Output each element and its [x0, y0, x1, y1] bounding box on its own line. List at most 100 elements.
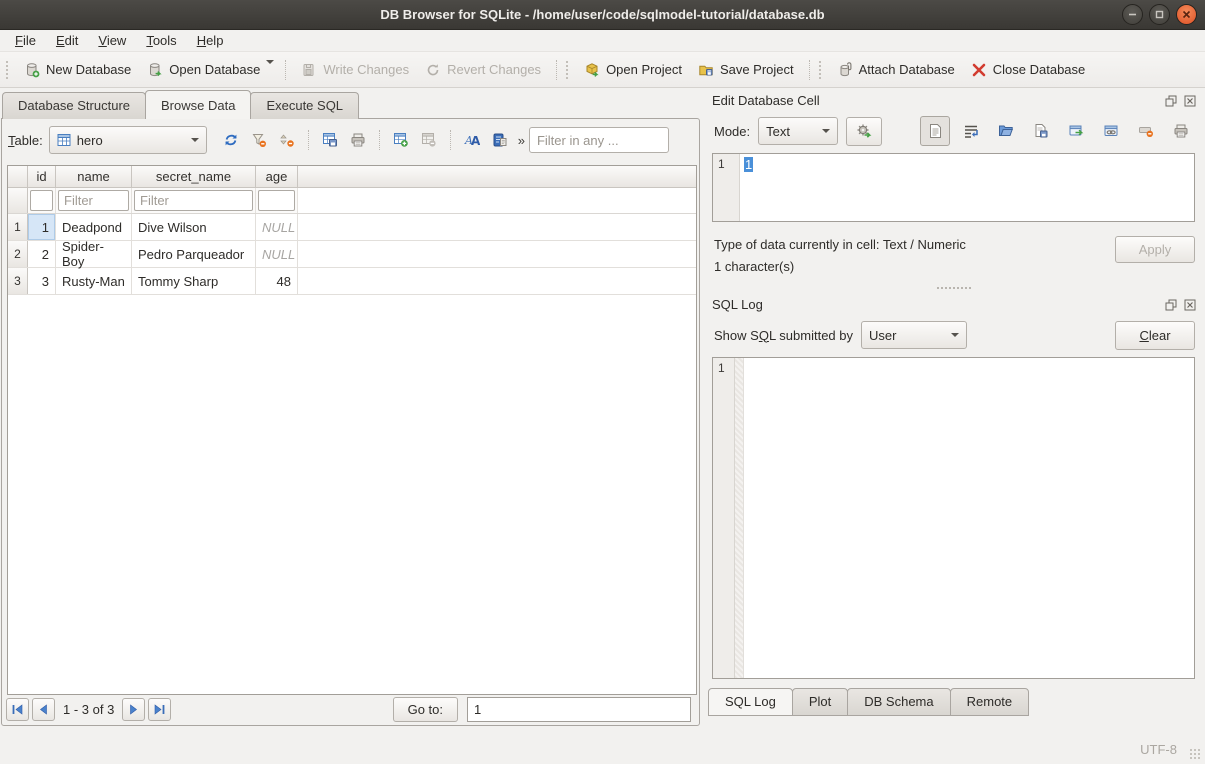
- close-database-button[interactable]: Close Database: [963, 57, 1094, 83]
- cell-name[interactable]: Rusty-Man: [56, 268, 132, 294]
- refresh-button[interactable]: [217, 126, 245, 154]
- column-header-id[interactable]: id: [28, 166, 56, 187]
- tab-sql-log[interactable]: SQL Log: [708, 688, 793, 716]
- row-number[interactable]: 1: [8, 214, 28, 240]
- write-changes-button[interactable]: Write Changes: [293, 57, 417, 83]
- tab-browse-data[interactable]: Browse Data: [145, 90, 251, 119]
- auto-apply-button[interactable]: [846, 117, 882, 146]
- column-header-secret-name[interactable]: secret_name: [132, 166, 256, 187]
- cell-secret-name[interactable]: Tommy Sharp: [132, 268, 256, 294]
- sql-log-editor[interactable]: 1: [712, 357, 1195, 679]
- new-database-button[interactable]: New Database: [16, 57, 139, 83]
- cell-id[interactable]: 1: [28, 214, 56, 240]
- title-bar[interactable]: DB Browser for SQLite - /home/user/code/…: [0, 0, 1205, 30]
- set-null-button[interactable]: [1132, 117, 1160, 145]
- cell-secret-name[interactable]: Pedro Parqueador: [132, 241, 256, 267]
- open-database-button[interactable]: Open Database: [139, 57, 268, 83]
- word-wrap-button[interactable]: [957, 117, 985, 145]
- corner-header[interactable]: [8, 166, 28, 187]
- tab-remote[interactable]: Remote: [950, 688, 1030, 716]
- cell-secret-name[interactable]: Dive Wilson: [132, 214, 256, 240]
- row-number[interactable]: 3: [8, 268, 28, 294]
- filter-input-name[interactable]: Filter: [58, 190, 129, 211]
- tab-database-structure[interactable]: Database Structure: [2, 92, 146, 119]
- text-mode-toggle[interactable]: [920, 116, 950, 146]
- next-page-button[interactable]: [122, 698, 145, 721]
- maximize-button[interactable]: [1149, 4, 1170, 25]
- print-button[interactable]: [344, 126, 372, 154]
- cell-age[interactable]: NULL: [256, 214, 298, 240]
- cell-name[interactable]: Spider-Boy: [56, 241, 132, 267]
- export-cell-button[interactable]: [1027, 117, 1055, 145]
- cell-id[interactable]: 2: [28, 241, 56, 267]
- menu-edit[interactable]: Edit: [47, 31, 87, 50]
- minimize-button[interactable]: [1122, 4, 1143, 25]
- mode-select[interactable]: Text: [758, 117, 838, 145]
- resize-grip[interactable]: [1189, 748, 1202, 761]
- last-page-button[interactable]: [148, 698, 171, 721]
- dock-close-button[interactable]: [1182, 93, 1197, 108]
- menu-tools[interactable]: Tools: [137, 31, 185, 50]
- dock-float-button[interactable]: [1163, 93, 1178, 108]
- cell-id[interactable]: 3: [28, 268, 56, 294]
- filter-any-input[interactable]: Filter in any ...: [529, 127, 669, 153]
- clear-filters-button[interactable]: [245, 126, 273, 154]
- copy-link-button[interactable]: [1097, 117, 1125, 145]
- delete-record-button[interactable]: [415, 126, 443, 154]
- clear-sorting-button[interactable]: [273, 126, 301, 154]
- encoding-label[interactable]: UTF-8: [1140, 742, 1177, 757]
- open-database-dropdown-arrow[interactable]: [266, 60, 274, 64]
- cell-age[interactable]: NULL: [256, 241, 298, 267]
- import-cell-button[interactable]: [992, 117, 1020, 145]
- filter-cell-id[interactable]: [28, 188, 56, 213]
- tab-plot[interactable]: Plot: [792, 688, 848, 716]
- sql-log-dock-titlebar[interactable]: SQL Log: [702, 292, 1205, 315]
- dock-float-button[interactable]: [1163, 297, 1178, 312]
- jump-to-cell-icon: [492, 132, 508, 148]
- insert-record-button[interactable]: [387, 126, 415, 154]
- filter-cell-age[interactable]: [256, 188, 298, 213]
- column-header-name[interactable]: name: [56, 166, 132, 187]
- toolbar-overflow-chevron[interactable]: »: [518, 133, 525, 148]
- menu-view[interactable]: View: [89, 31, 135, 50]
- filter-input-id[interactable]: [30, 190, 53, 211]
- filter-cell-name[interactable]: Filter: [56, 188, 132, 213]
- dock-splitter[interactable]: [702, 284, 1205, 292]
- table-select[interactable]: hero: [49, 126, 207, 154]
- dock-close-button[interactable]: [1182, 297, 1197, 312]
- goto-input[interactable]: 1: [467, 697, 691, 722]
- close-button[interactable]: [1176, 4, 1197, 25]
- save-project-button[interactable]: Save Project: [690, 57, 802, 83]
- show-sql-select[interactable]: User: [861, 321, 967, 349]
- apply-button[interactable]: Apply: [1115, 236, 1195, 263]
- new-database-icon: [24, 62, 40, 78]
- open-project-button[interactable]: Open Project: [576, 57, 690, 83]
- font-button[interactable]: AA: [458, 126, 486, 154]
- menu-file[interactable]: File: [6, 31, 45, 50]
- previous-page-button[interactable]: [32, 698, 55, 721]
- first-page-button[interactable]: [6, 698, 29, 721]
- goto-button[interactable]: Go to:: [393, 697, 458, 722]
- cell-name[interactable]: Deadpond: [56, 214, 132, 240]
- filter-input-secret-name[interactable]: Filter: [134, 190, 253, 211]
- cell-age[interactable]: 48: [256, 268, 298, 294]
- revert-changes-button[interactable]: Revert Changes: [417, 57, 549, 83]
- attach-database-button[interactable]: Attach Database: [829, 57, 963, 83]
- jump-to-cell-button[interactable]: [486, 126, 514, 154]
- edit-cell-dock-titlebar[interactable]: Edit Database Cell: [702, 88, 1205, 111]
- filter-input-age[interactable]: [258, 190, 295, 211]
- clear-log-button[interactable]: Clear: [1115, 321, 1195, 350]
- sql-log-content[interactable]: [744, 358, 1194, 678]
- print-cell-button[interactable]: [1167, 117, 1195, 145]
- filter-cell-secret-name[interactable]: Filter: [132, 188, 256, 213]
- tab-db-schema[interactable]: DB Schema: [847, 688, 950, 716]
- menu-help[interactable]: Help: [188, 31, 233, 50]
- row-number[interactable]: 2: [8, 241, 28, 267]
- tab-execute-sql[interactable]: Execute SQL: [250, 92, 359, 119]
- column-header-age[interactable]: age: [256, 166, 298, 187]
- cell-editor-content[interactable]: 1: [740, 154, 1194, 221]
- new-database-label: New Database: [46, 62, 131, 77]
- cell-editor[interactable]: 1 1: [712, 153, 1195, 222]
- save-results-button[interactable]: [316, 126, 344, 154]
- open-external-button[interactable]: [1062, 117, 1090, 145]
